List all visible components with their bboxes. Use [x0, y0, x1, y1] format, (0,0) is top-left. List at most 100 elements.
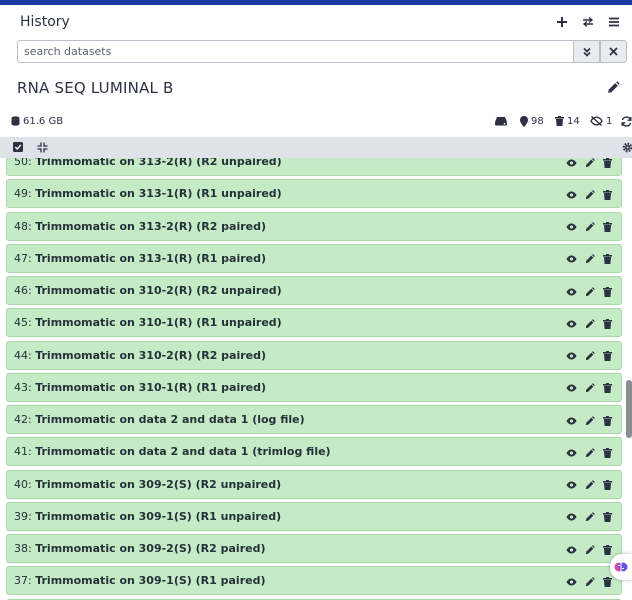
- edit-dataset-button[interactable]: [584, 383, 595, 394]
- display-dataset-button[interactable]: [566, 286, 577, 297]
- edit-dataset-button[interactable]: [584, 480, 595, 491]
- edit-dataset-button[interactable]: [584, 447, 595, 458]
- advanced-search-toggle[interactable]: [573, 40, 600, 63]
- dataset-title[interactable]: 45: Trimmomatic on 310-1(R) (R1 unpaired…: [14, 316, 282, 329]
- display-dataset-button[interactable]: [566, 447, 577, 458]
- dataset-item[interactable]: 42: Trimmomatic on data 2 and data 1 (lo…: [6, 405, 622, 434]
- display-dataset-button[interactable]: [566, 512, 577, 523]
- search-input[interactable]: [17, 40, 573, 63]
- edit-dataset-button[interactable]: [584, 222, 595, 233]
- display-dataset-button[interactable]: [566, 351, 577, 362]
- dataset-title[interactable]: 43: Trimmomatic on 310-1(R) (R1 paired): [14, 381, 266, 394]
- edit-dataset-button[interactable]: [584, 189, 595, 200]
- deleted-datasets-filter[interactable]: 14: [555, 112, 580, 130]
- dataset-title[interactable]: 37: Trimmomatic on 309-1(S) (R1 paired): [14, 574, 265, 587]
- delete-dataset-button[interactable]: [602, 383, 613, 394]
- dataset-item[interactable]: 49: Trimmomatic on 313-1(R) (R1 unpaired…: [6, 179, 622, 209]
- delete-dataset-button[interactable]: [602, 544, 613, 555]
- dataset-item[interactable]: 50: Trimmomatic on 313-2(R) (R2 unpaired…: [6, 158, 622, 176]
- delete-dataset-button[interactable]: [602, 286, 613, 297]
- dataset-item[interactable]: 48: Trimmomatic on 313-2(R) (R2 paired): [6, 211, 622, 241]
- dataset-title[interactable]: 39: Trimmomatic on 309-1(S) (R1 unpaired…: [14, 510, 281, 523]
- clear-search-button[interactable]: [600, 40, 627, 63]
- display-dataset-button[interactable]: [566, 189, 577, 200]
- delete-dataset-button[interactable]: [602, 576, 613, 587]
- scrollbar-thumb[interactable]: [626, 380, 632, 438]
- edit-history-name-button[interactable]: [607, 81, 621, 95]
- delete-dataset-button[interactable]: [602, 351, 613, 362]
- dataset-title[interactable]: 40: Trimmomatic on 309-2(S) (R2 unpaired…: [14, 478, 281, 491]
- plus-icon: [557, 17, 567, 27]
- edit-dataset-button[interactable]: [584, 512, 595, 523]
- display-dataset-button[interactable]: [566, 222, 577, 233]
- delete-dataset-button[interactable]: [602, 222, 613, 233]
- trash-icon: [603, 158, 612, 168]
- delete-dataset-button[interactable]: [602, 415, 613, 426]
- edit-dataset-button[interactable]: [584, 351, 595, 362]
- delete-dataset-button[interactable]: [602, 318, 613, 329]
- eye-icon: [566, 546, 577, 554]
- history-panel-header: History: [0, 5, 632, 39]
- dataset-title[interactable]: 38: Trimmomatic on 309-2(S) (R2 paired): [14, 542, 265, 555]
- dataset-item[interactable]: 38: Trimmomatic on 309-2(S) (R2 paired): [6, 534, 622, 563]
- dataset-title[interactable]: 49: Trimmomatic on 313-1(R) (R1 unpaired…: [14, 187, 282, 200]
- create-history-button[interactable]: [554, 14, 570, 30]
- dataset-name: Trimmomatic on 313-2(R) (R2 unpaired): [35, 158, 282, 168]
- dataset-title[interactable]: 46: Trimmomatic on 310-2(R) (R2 unpaired…: [14, 284, 282, 297]
- edit-dataset-button[interactable]: [584, 544, 595, 555]
- dataset-item[interactable]: 45: Trimmomatic on 310-1(R) (R1 unpaired…: [6, 308, 622, 338]
- edit-dataset-button[interactable]: [584, 576, 595, 587]
- dataset-item[interactable]: 37: Trimmomatic on 309-1(S) (R1 paired): [6, 566, 622, 596]
- dataset-title[interactable]: 50: Trimmomatic on 313-2(R) (R2 unpaired…: [14, 158, 282, 168]
- assistant-launcher[interactable]: [610, 554, 632, 580]
- history-toolbar: [0, 137, 632, 158]
- dataset-item[interactable]: 44: Trimmomatic on 310-2(R) (R2 paired): [6, 340, 622, 370]
- dataset-title[interactable]: 48: Trimmomatic on 313-2(R) (R2 paired): [14, 220, 266, 233]
- dataset-item[interactable]: 43: Trimmomatic on 310-1(R) (R1 paired): [6, 372, 622, 402]
- select-items-button[interactable]: [11, 140, 25, 154]
- dataset-item[interactable]: 40: Trimmomatic on 309-2(S) (R2 unpaired…: [6, 469, 622, 499]
- dataset-item[interactable]: 47: Trimmomatic on 313-1(R) (R1 paired): [6, 243, 622, 273]
- dataset-title[interactable]: 47: Trimmomatic on 313-1(R) (R1 paired): [14, 252, 266, 265]
- display-dataset-button[interactable]: [566, 383, 577, 394]
- delete-dataset-button[interactable]: [602, 480, 613, 491]
- dataset-title[interactable]: 44: Trimmomatic on 310-2(R) (R2 paired): [14, 349, 266, 362]
- refresh-history-button[interactable]: [621, 112, 632, 130]
- delete-dataset-button[interactable]: [602, 254, 613, 265]
- dataset-actions: [566, 438, 613, 467]
- list-settings-button[interactable]: [620, 140, 632, 154]
- collapse-items-button[interactable]: [35, 140, 49, 154]
- edit-dataset-button[interactable]: [584, 286, 595, 297]
- dataset-title[interactable]: 42: Trimmomatic on data 2 and data 1 (lo…: [14, 413, 305, 426]
- history-name[interactable]: RNA SEQ LUMINAL B: [17, 79, 174, 97]
- display-dataset-button[interactable]: [566, 415, 577, 426]
- edit-dataset-button[interactable]: [584, 158, 595, 168]
- edit-dataset-button[interactable]: [584, 318, 595, 329]
- database-icon: [11, 116, 20, 126]
- history-size[interactable]: 61.6 GB: [11, 112, 63, 130]
- edit-dataset-button[interactable]: [584, 254, 595, 265]
- display-dataset-button[interactable]: [566, 158, 577, 168]
- edit-dataset-button[interactable]: [584, 415, 595, 426]
- dataset-item[interactable]: 39: Trimmomatic on 309-1(S) (R1 unpaired…: [6, 501, 622, 531]
- dataset-actions: [566, 535, 613, 564]
- history-options-button[interactable]: [606, 14, 622, 30]
- dataset-title[interactable]: 41: Trimmomatic on data 2 and data 1 (tr…: [14, 445, 331, 458]
- pencil-icon: [585, 480, 595, 490]
- display-dataset-button[interactable]: [566, 318, 577, 329]
- display-dataset-button[interactable]: [566, 480, 577, 491]
- delete-dataset-button[interactable]: [602, 189, 613, 200]
- dataset-item[interactable]: 41: Trimmomatic on data 2 and data 1 (tr…: [6, 437, 622, 467]
- display-dataset-button[interactable]: [566, 544, 577, 555]
- delete-dataset-button[interactable]: [602, 447, 613, 458]
- delete-dataset-button[interactable]: [602, 158, 613, 168]
- display-dataset-button[interactable]: [566, 576, 577, 587]
- shown-datasets-filter[interactable]: 98: [520, 112, 544, 130]
- delete-dataset-button[interactable]: [602, 512, 613, 523]
- pencil-icon: [608, 81, 620, 93]
- storage-dashboard-button[interactable]: [495, 112, 507, 130]
- switch-history-button[interactable]: [580, 14, 596, 30]
- dataset-item[interactable]: 46: Trimmomatic on 310-2(R) (R2 unpaired…: [6, 276, 622, 305]
- display-dataset-button[interactable]: [566, 254, 577, 265]
- hidden-datasets-filter[interactable]: 1: [590, 112, 612, 130]
